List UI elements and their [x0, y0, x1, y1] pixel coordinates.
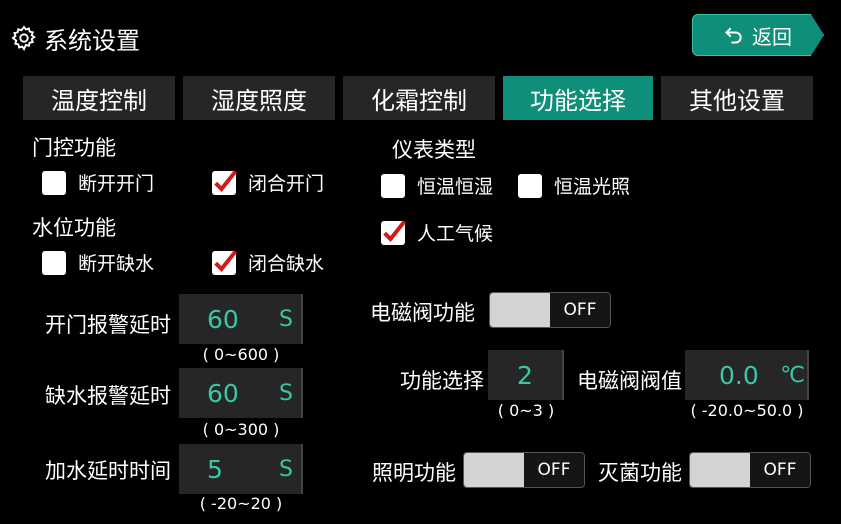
sterilize-function-label: 灭菌功能	[598, 461, 682, 485]
door-alarm-delay-range: ( 0~600 )	[202, 345, 280, 364]
tab-defrost-control[interactable]: 化霜控制	[343, 76, 495, 120]
toggle-state: OFF	[550, 293, 610, 327]
valve-threshold-range: ( -20.0~50.0 )	[690, 401, 804, 420]
page-title: 系统设置	[10, 18, 140, 58]
back-button[interactable]: 返回	[692, 14, 824, 56]
water-low-on-break-checkbox[interactable]: 断开缺水	[42, 249, 154, 276]
value-text: 2	[517, 360, 533, 390]
lighting-function-toggle[interactable]: OFF	[463, 452, 585, 488]
water-alarm-delay-range: ( 0~300 )	[202, 420, 280, 439]
meter-constant-temp-light-checkbox[interactable]: 恒温光照	[518, 172, 630, 199]
toggle-state: OFF	[524, 453, 584, 487]
function-select-input[interactable]: 2	[488, 350, 564, 400]
door-alarm-delay-label: 开门报警延时	[45, 313, 171, 337]
tab-bar: 温度控制 湿度照度 化霜控制 功能选择 其他设置	[23, 76, 813, 120]
meter-constant-temp-humidity-checkbox[interactable]: 恒温恒湿	[381, 172, 493, 199]
valve-function-toggle[interactable]: OFF	[489, 292, 611, 328]
water-add-delay-label: 加水延时时间	[45, 459, 171, 483]
unit-text: S	[279, 380, 293, 406]
checkbox-label: 断开缺水	[78, 253, 155, 275]
value-text: 5	[207, 454, 223, 484]
checkbox-box	[381, 173, 405, 198]
water-add-delay-input[interactable]: 5 S	[179, 444, 303, 494]
checkbox-box	[42, 170, 66, 195]
value-text: 60	[207, 378, 239, 408]
tab-label: 功能选择	[530, 86, 626, 115]
tab-label: 其他设置	[689, 86, 785, 115]
checkmark-icon	[214, 169, 238, 192]
toggle-track	[690, 453, 750, 487]
value-text: 0.0	[719, 360, 759, 390]
water-add-delay-range: ( -20~20 )	[199, 494, 283, 513]
valve-threshold-label: 电磁阀阀值	[577, 369, 682, 393]
function-select-label: 功能选择	[400, 369, 484, 393]
function-select-range: ( 0~3 )	[497, 401, 555, 420]
water-alarm-delay-label: 缺水报警延时	[45, 384, 171, 408]
toggle-track	[464, 453, 524, 487]
checkbox-box	[212, 169, 238, 195]
toggle-track	[490, 293, 550, 327]
gear-icon	[11, 25, 36, 51]
tab-temperature-control[interactable]: 温度控制	[23, 76, 175, 120]
tab-humidity-illuminance[interactable]: 湿度照度	[183, 76, 335, 120]
checkbox-label: 断开开门	[78, 173, 155, 195]
toggle-state: OFF	[750, 453, 810, 487]
tab-function-select[interactable]: 功能选择	[503, 76, 653, 120]
water-alarm-delay-input[interactable]: 60 S	[179, 368, 303, 418]
tab-label: 化霜控制	[371, 86, 467, 115]
unit-text: S	[279, 306, 293, 332]
checkbox-label: 闭合缺水	[248, 253, 325, 275]
checkbox-label: 人工气候	[417, 223, 494, 245]
tab-label: 湿度照度	[211, 86, 307, 115]
checkbox-box	[212, 249, 238, 275]
tab-other-settings[interactable]: 其他设置	[661, 76, 813, 120]
checkbox-box	[42, 250, 66, 275]
valve-threshold-input[interactable]: 0.0 ℃	[685, 350, 809, 400]
door-alarm-delay-input[interactable]: 60 S	[179, 294, 303, 344]
water-section-title: 水位功能	[32, 216, 116, 240]
tab-label: 温度控制	[51, 86, 147, 115]
checkbox-label: 恒温恒湿	[417, 176, 494, 198]
sterilize-function-toggle[interactable]: OFF	[689, 452, 811, 488]
lighting-function-label: 照明功能	[372, 461, 456, 485]
checkmark-icon	[214, 249, 238, 272]
door-section-title: 门控功能	[32, 136, 116, 160]
checkmark-icon	[383, 219, 407, 242]
meter-section-title: 仪表类型	[392, 138, 476, 162]
page-title-text: 系统设置	[44, 26, 140, 55]
valve-function-label: 电磁阀功能	[370, 301, 475, 325]
checkbox-box	[381, 219, 407, 245]
back-arrow-icon	[725, 27, 742, 44]
meter-artificial-climate-checkbox[interactable]: 人工气候	[381, 219, 493, 246]
checkbox-label: 恒温光照	[554, 176, 631, 198]
unit-text: S	[279, 456, 293, 482]
checkbox-box	[518, 173, 542, 198]
checkbox-label: 闭合开门	[248, 173, 325, 195]
door-open-on-close-checkbox[interactable]: 闭合开门	[212, 169, 324, 196]
value-text: 60	[207, 304, 239, 334]
water-low-on-close-checkbox[interactable]: 闭合缺水	[212, 249, 324, 276]
door-open-on-break-checkbox[interactable]: 断开开门	[42, 169, 154, 196]
back-button-label: 返回	[752, 24, 792, 49]
unit-text: ℃	[780, 362, 805, 388]
